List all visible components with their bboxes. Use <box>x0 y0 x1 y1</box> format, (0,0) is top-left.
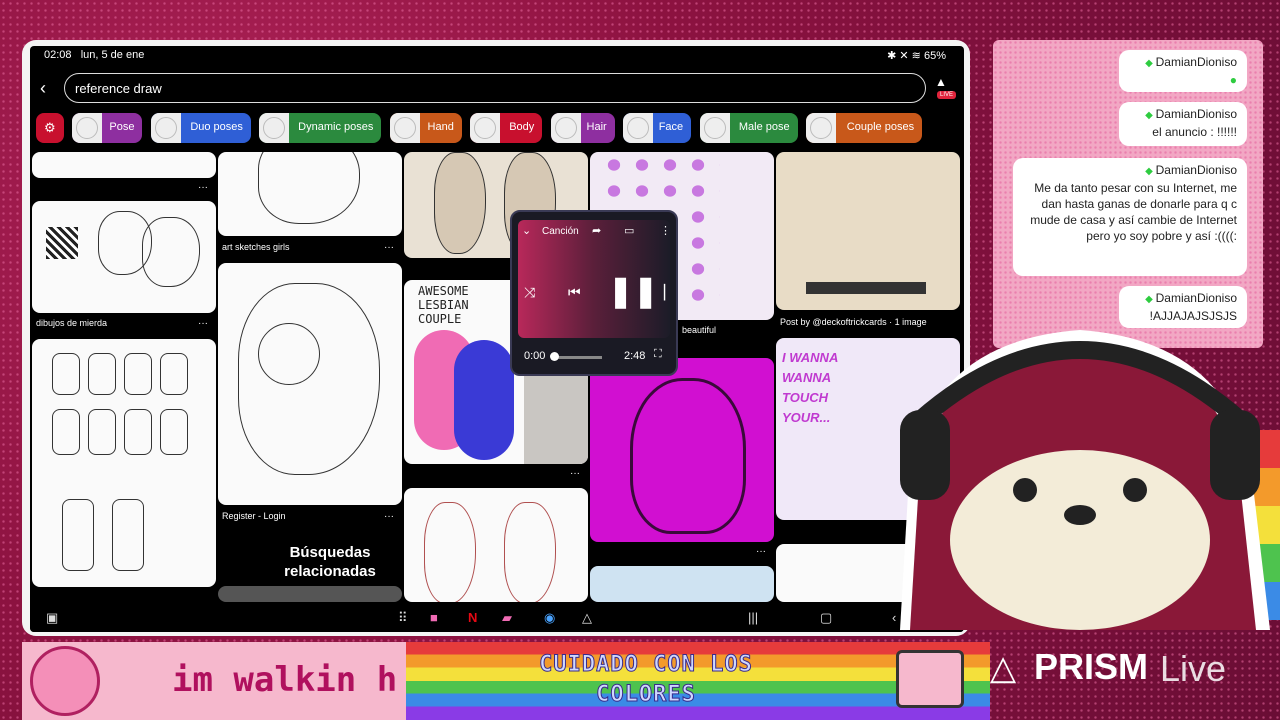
pin-image[interactable] <box>218 263 402 505</box>
next-icon[interactable]: ▏ <box>664 284 675 301</box>
chip-pose[interactable]: Pose <box>72 113 143 143</box>
pin-caption: beautiful <box>682 325 717 335</box>
chip-couple-poses[interactable]: Couple poses <box>806 113 923 143</box>
pin-more-button[interactable]: ··· <box>198 182 208 193</box>
chip-hair[interactable]: Hair <box>550 113 615 143</box>
pin-caption: dibujos de mierda <box>36 318 108 328</box>
pin-art-text: AWESOME LESBIAN COUPLE <box>418 284 469 326</box>
pin-image[interactable] <box>590 566 774 602</box>
pin-image[interactable] <box>32 152 216 178</box>
pin-more-button[interactable]: ··· <box>198 318 208 329</box>
more-vert-icon[interactable]: ⋮ <box>660 224 671 237</box>
track-title: Canción <box>542 226 579 237</box>
kirby-icon <box>30 646 100 716</box>
chip-face[interactable]: Face <box>623 113 692 143</box>
chat-message: DamianDioniso ● <box>1119 50 1247 92</box>
back-arrow-icon[interactable]: ‹ <box>40 78 46 99</box>
wifi-icon: ✱ ✕ ≋ <box>887 50 921 62</box>
netflix-app-icon[interactable]: N <box>468 610 477 625</box>
live-badge: LIVE <box>936 91 956 99</box>
notes-app-icon[interactable]: ▰ <box>502 610 512 626</box>
chat-message: DamianDioniso el anuncio : !!!!!! <box>1119 102 1247 146</box>
duration-time: 2:48 <box>624 350 646 362</box>
chip-male-pose[interactable]: Male pose <box>699 113 798 143</box>
collapse-icon[interactable]: ⌄ <box>522 224 531 237</box>
status-bar: 02:08 lun, 5 de ene ✱ ✕ ≋ 65% <box>30 46 964 64</box>
walkin-banner: im walkin h <box>22 642 406 720</box>
prism-logo-icon: △ <box>990 649 1017 687</box>
previous-icon[interactable]: ⏮ <box>568 284 581 301</box>
apps-grid-icon[interactable]: ⠿ <box>398 610 408 626</box>
pin-art-text: I WANNA WANNA TOUCH YOUR... <box>782 350 838 425</box>
home-icon[interactable]: ▢ <box>820 610 832 626</box>
shuffle-icon[interactable]: ⤨ <box>524 284 535 301</box>
pin-image[interactable] <box>32 339 216 587</box>
tablet-screen: 02:08 lun, 5 de ene ✱ ✕ ≋ 65% ‹ referenc… <box>30 46 964 632</box>
pin-caption: Register - Login <box>222 511 286 521</box>
system-navbar: ▣ ⠿ ■ N ▰ ◉ △ ||| ▢ ‹ <box>30 602 964 632</box>
pin-more-button[interactable]: ··· <box>570 468 580 479</box>
nyan-cat-icon <box>896 650 964 708</box>
related-searches-heading: Búsquedas relacionadas <box>284 544 376 580</box>
status-date: lun, 5 de ene <box>80 49 145 61</box>
pin-image[interactable] <box>218 586 402 602</box>
pin-caption: art sketches girls <box>222 242 290 252</box>
pause-icon[interactable]: ❚❚ <box>608 274 658 309</box>
search-query: reference draw <box>75 81 162 96</box>
pin-more-button[interactable]: ··· <box>756 546 766 557</box>
share-icon[interactable]: ➦ <box>592 224 601 237</box>
media-mini-player[interactable]: ⌄ Canción ➦ ▭ ⋮ ⤨ ⏮ ❚❚ ▏ 0:00 2:48 ⛶ <box>510 210 678 376</box>
pin-image[interactable] <box>590 358 774 542</box>
pin-image[interactable] <box>776 152 960 310</box>
battery-level: 65% <box>923 50 946 62</box>
progress-track[interactable] <box>552 356 602 359</box>
screen-share-icon[interactable]: ▣ <box>46 610 58 626</box>
pin-image[interactable] <box>32 201 216 313</box>
filter-settings-button[interactable]: ⚙ <box>36 113 64 143</box>
pin-more-button[interactable]: ··· <box>384 242 394 253</box>
sliders-icon: ⚙ <box>44 120 56 135</box>
files-app-icon[interactable]: ■ <box>430 610 438 625</box>
status-time: 02:08 <box>44 49 72 61</box>
walkin-text: im walkin h <box>172 660 398 700</box>
otter-avatar <box>900 330 1270 630</box>
prism-app-icon[interactable]: ◉ <box>544 610 555 626</box>
pin-image[interactable] <box>404 488 588 602</box>
cuidado-text: CUIDADO CON LOS COLORES <box>539 652 753 708</box>
qr-code-icon <box>46 227 78 259</box>
chat-message: DamianDioniso Me da tanto pesar con su I… <box>1013 158 1247 276</box>
chip-hand[interactable]: Hand <box>389 113 462 143</box>
emote-icon: ● <box>1229 73 1237 87</box>
chip-body[interactable]: Body <box>470 113 543 143</box>
cast-icon[interactable]: ▭ <box>624 224 634 237</box>
recents-icon[interactable]: ||| <box>748 610 758 625</box>
chip-dynamic-poses[interactable]: Dynamic poses <box>259 113 382 143</box>
prism-triangle-icon[interactable]: △ <box>582 610 592 626</box>
chip-thumbnail <box>72 113 103 143</box>
search-input[interactable]: reference draw <box>64 73 926 103</box>
elapsed-time: 0:00 <box>524 350 546 362</box>
rainbow-banner: CUIDADO CON LOS COLORES <box>406 642 990 720</box>
progress-handle[interactable] <box>550 352 559 361</box>
expand-icon[interactable]: ⛶ <box>654 348 662 361</box>
pin-more-button[interactable]: ··· <box>384 511 394 522</box>
filter-chip-row: ⚙ Pose Duo poses Dynamic poses Hand Body… <box>36 113 926 143</box>
chip-duo-poses[interactable]: Duo poses <box>150 113 251 143</box>
pin-image[interactable] <box>218 152 402 236</box>
